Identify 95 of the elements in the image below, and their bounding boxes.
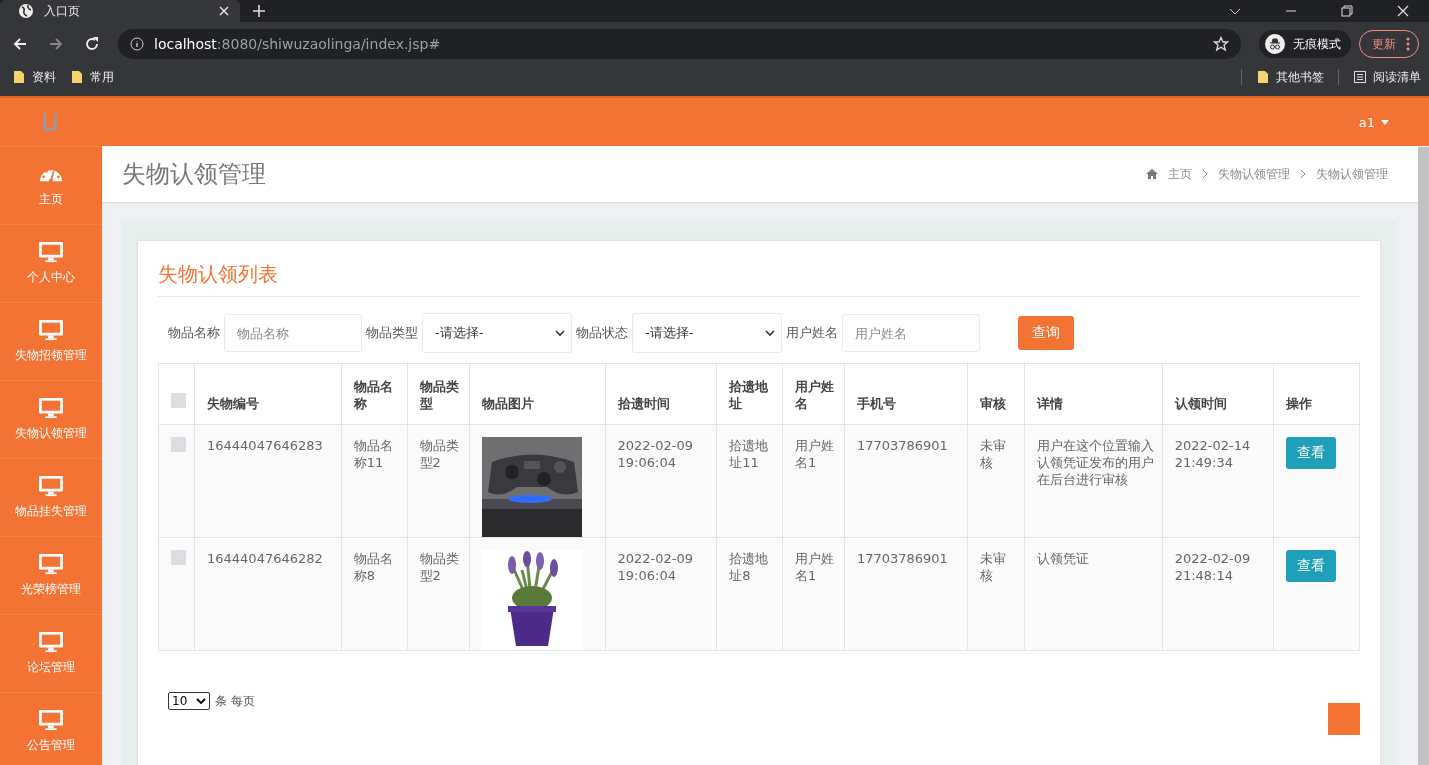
filter-select[interactable]: -请选择-: [422, 313, 572, 353]
column-header: 审核: [980, 396, 1007, 411]
table-cell: 认领凭证: [1036, 551, 1089, 566]
home-icon: [1146, 168, 1158, 180]
table-cell: 拾遗地址8: [729, 551, 769, 583]
filter-select[interactable]: -请选择-: [632, 313, 782, 353]
monitor-icon: [38, 553, 64, 575]
back-icon[interactable]: [12, 36, 28, 52]
bookmark-link[interactable]: 其他书签: [1276, 68, 1324, 86]
table-cell: 物品类型2: [419, 551, 459, 583]
monitor-icon: [38, 475, 64, 497]
card-title: 失物认领列表: [158, 255, 1360, 297]
address-field[interactable]: localhost:8080/shiwuzaolinga/index.jsp#: [118, 29, 1241, 59]
breadcrumb-link[interactable]: 失物认领管理: [1218, 165, 1290, 183]
table-cell: 2022-02-09 21:48:14: [1174, 551, 1251, 583]
table-cell: 17703786901: [856, 438, 948, 453]
filter-field[interactable]: 用户姓名: [842, 314, 980, 352]
table-cell: 16444047646282: [207, 551, 323, 566]
row-checkbox[interactable]: [171, 437, 186, 452]
chevron-icon: [1300, 169, 1306, 179]
row-checkbox[interactable]: [171, 550, 186, 565]
table-cell: 物品名称11: [353, 438, 393, 470]
table-cell: 物品类型2: [419, 438, 459, 470]
table-cell: 2022-02-09 19:06:04: [617, 438, 694, 470]
filter-label: 物品类型: [366, 324, 418, 342]
monitor-icon: [38, 319, 64, 341]
tab-title: 入口页: [44, 2, 81, 20]
monitor-icon: [38, 397, 64, 419]
column-header: 详情: [1036, 396, 1063, 411]
update-button[interactable]: 更新: [1359, 30, 1419, 58]
caret-icon: [196, 696, 206, 706]
table-cell: 用户在这个位置输入认领凭证发布的用户在后台进行审核: [1036, 438, 1154, 487]
folder-icon[interactable]: [12, 70, 26, 84]
table-cell: 用户姓名1: [794, 551, 834, 583]
column-header: 物品图片: [482, 396, 534, 411]
column-header: 拾遗地址: [729, 379, 769, 411]
table-cell: 未审核: [980, 438, 1007, 470]
page-size-select[interactable]: 10: [168, 692, 210, 710]
column-header: 拾遗时间: [617, 396, 670, 411]
column-header: 物品名称: [353, 379, 393, 411]
list-icon[interactable]: [1353, 70, 1367, 84]
folder-icon[interactable]: [1256, 70, 1270, 84]
info-icon[interactable]: [130, 37, 144, 51]
column-header: 失物编号: [207, 396, 259, 411]
filter-label: 物品名称: [168, 324, 220, 342]
bookmark-link[interactable]: 资料: [32, 68, 56, 86]
monitor-icon: [38, 241, 64, 263]
table-cell: 2022-02-09 19:06:04: [617, 551, 694, 583]
close-icon[interactable]: [1397, 5, 1409, 17]
new-tab-icon[interactable]: [252, 4, 266, 18]
table-cell: 物品名称8: [353, 551, 393, 583]
table-cell: 用户姓名1: [794, 438, 834, 470]
monitor-icon: [38, 709, 64, 731]
logo-icon: [43, 111, 59, 133]
bookmark-link[interactable]: 常用: [90, 68, 114, 86]
page-size-label: 条 每页: [215, 692, 255, 710]
globe-icon: [18, 3, 34, 19]
restore-icon[interactable]: [1341, 5, 1353, 17]
incognito-chip[interactable]: 无痕模式: [1259, 30, 1351, 58]
table-cell: 2022-02-14 21:49:34: [1174, 438, 1251, 470]
caret-icon: [1381, 119, 1389, 125]
filter-label: 物品状态: [576, 324, 628, 342]
browser-tab[interactable]: 入口页: [0, 0, 240, 22]
chevron-icon: [1202, 169, 1208, 179]
filter-field[interactable]: 物品名称: [224, 314, 362, 352]
breadcrumb-link[interactable]: 失物认领管理: [1316, 165, 1388, 183]
view-button[interactable]: 查看: [1286, 437, 1337, 469]
search-button[interactable]: 查询: [1018, 316, 1074, 350]
table-cell: 未审核: [980, 551, 1007, 583]
folder-icon[interactable]: [70, 70, 84, 84]
scrollbar[interactable]: [1418, 147, 1429, 765]
caret-icon: [555, 328, 565, 338]
close-icon[interactable]: [218, 5, 230, 17]
reload-icon[interactable]: [84, 36, 100, 52]
monitor-icon: [38, 631, 64, 653]
column-header: 操作: [1286, 396, 1313, 411]
table-cell: 16444047646283: [207, 438, 323, 453]
user-menu[interactable]: a1: [1358, 114, 1389, 130]
table-cell: 拾遗地址11: [729, 438, 769, 470]
star-icon[interactable]: [1213, 36, 1229, 52]
incognito-icon: [1265, 34, 1285, 54]
column-header: 物品类型: [419, 379, 459, 411]
column-header: 用户姓名: [794, 379, 834, 411]
caret-icon: [765, 328, 775, 338]
select-all-checkbox[interactable]: [171, 393, 186, 408]
column-header: 手机号: [856, 396, 896, 411]
forward-icon[interactable]: [48, 36, 64, 52]
table-cell: 17703786901: [856, 551, 948, 566]
page-title: 失物认领管理: [122, 159, 266, 190]
reading-list-link[interactable]: 阅读清单: [1373, 68, 1421, 86]
column-header: 认领时间: [1174, 396, 1227, 411]
more-icon: [1406, 37, 1410, 51]
filter-label: 用户姓名: [786, 324, 838, 342]
view-button[interactable]: 查看: [1286, 550, 1337, 582]
breadcrumb-link[interactable]: 主页: [1168, 165, 1192, 183]
